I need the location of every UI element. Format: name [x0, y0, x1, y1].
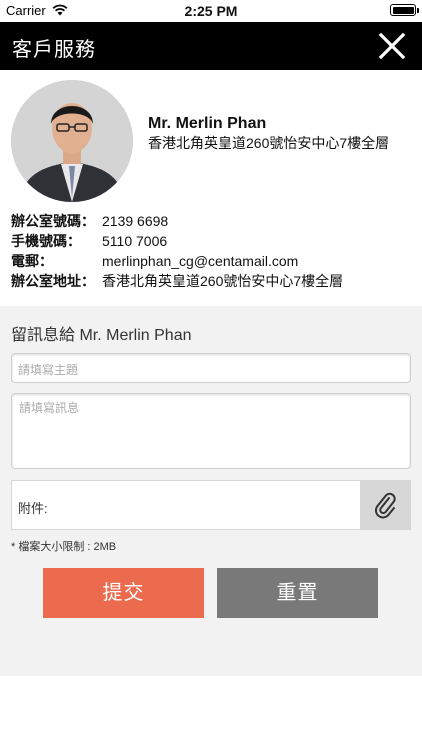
message-form: 留訊息給 Mr. Merlin Phan 請填寫主題 請填寫訊息 附件: * 檔…: [0, 306, 422, 676]
clock-time: 2:25 PM: [184, 3, 238, 19]
close-icon[interactable]: [376, 30, 408, 62]
office-phone-label: 辦公室號碼：: [11, 213, 95, 229]
office-address-row: 辦公室地址： 香港北角英皇道260號怡安中心7樓全層: [11, 271, 343, 291]
subject-input[interactable]: 請填寫主題: [11, 353, 411, 383]
agent-address: 香港北角英皇道260號怡安中心7樓全層: [148, 135, 390, 151]
email-value[interactable]: merlinphan_cg@centamail.com: [102, 251, 298, 271]
form-title: 留訊息給 Mr. Merlin Phan: [11, 327, 192, 344]
file-size-note: * 檔案大小限制 : 2MB: [11, 541, 117, 553]
attachment-label: 附件:: [18, 501, 48, 516]
battery-icon: [390, 4, 419, 16]
paperclip-icon[interactable]: [360, 481, 410, 529]
agent-profile: Mr. Merlin Phan 香港北角英皇道260號怡安中心7樓全層 辦公室號…: [0, 70, 422, 306]
email-label: 電郵：: [11, 253, 53, 269]
nav-bar: 客戶服務: [0, 22, 422, 70]
reset-button[interactable]: 重置: [217, 568, 378, 618]
office-address-value: 香港北角英皇道260號怡安中心7樓全層: [102, 273, 344, 289]
avatar: [11, 80, 133, 202]
agent-name: Mr. Merlin Phan: [148, 115, 267, 132]
page-title: 客戶服務: [12, 39, 96, 61]
mobile-phone-row: 手機號碼： 5110 7006: [11, 231, 343, 251]
message-textarea[interactable]: 請填寫訊息: [11, 393, 411, 469]
office-address-label: 辦公室地址：: [11, 273, 95, 289]
mobile-phone-value[interactable]: 5110 7006: [102, 231, 167, 251]
submit-button[interactable]: 提交: [43, 568, 204, 618]
mobile-phone-label: 手機號碼：: [11, 233, 81, 249]
email-row: 電郵： merlinphan_cg@centamail.com: [11, 251, 343, 271]
status-bar: Carrier 2:25 PM: [0, 0, 422, 22]
office-phone-value[interactable]: 2139 6698: [102, 211, 168, 231]
attachment-field[interactable]: 附件:: [11, 480, 411, 530]
contact-info: 辦公室號碼： 2139 6698 手機號碼： 5110 7006 電郵： mer…: [11, 211, 343, 291]
office-phone-row: 辦公室號碼： 2139 6698: [11, 211, 343, 231]
